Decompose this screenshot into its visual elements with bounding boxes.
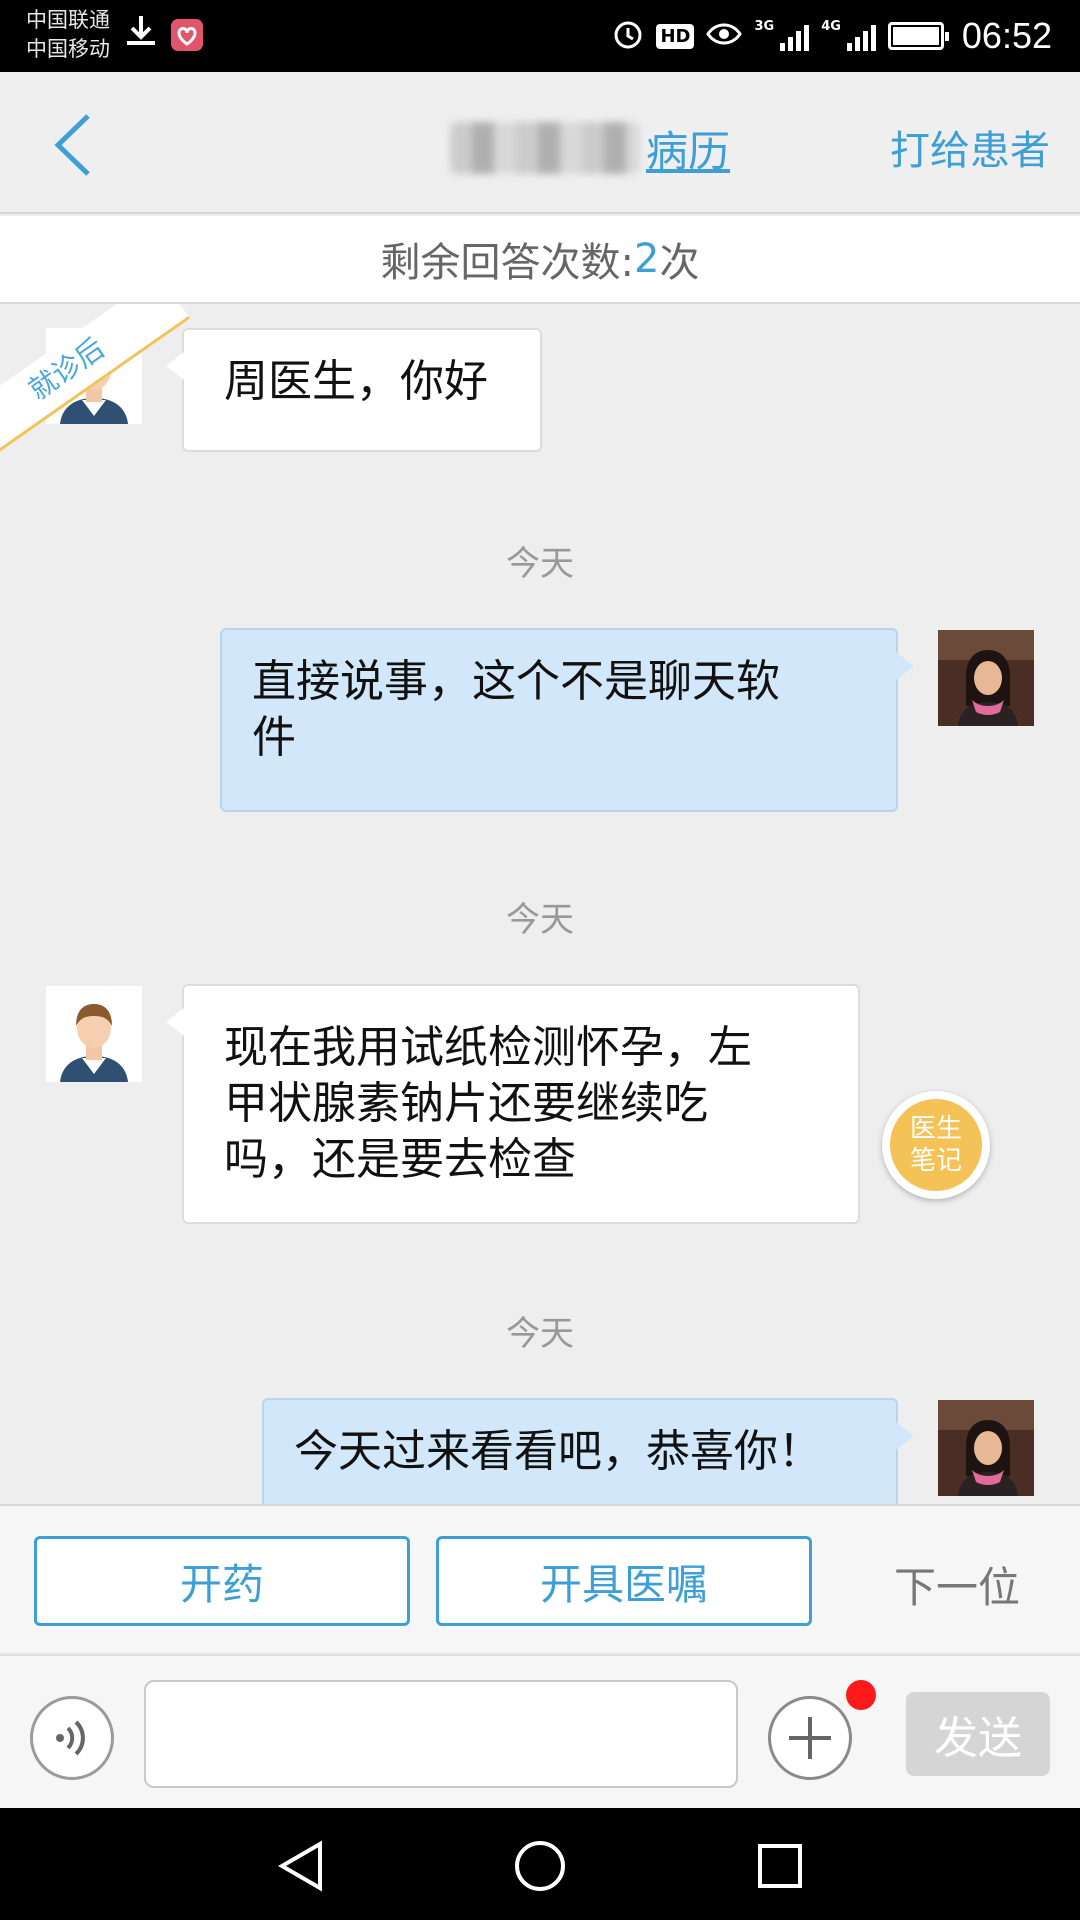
patient-avatar-icon (46, 986, 142, 1082)
doctor-avatar-icon (938, 630, 1034, 726)
carrier-info: 中国联通 中国移动 (26, 6, 110, 64)
remaining-label: 剩余回答次数: (380, 240, 635, 286)
notification-dot (846, 1680, 876, 1710)
status-bar: 中国联通 中国移动 HD 3G 4G 06:52 (0, 0, 1080, 72)
timestamp: 今天 (506, 900, 574, 940)
timestamp: 今天 (506, 1314, 574, 1354)
voice-icon (56, 1720, 85, 1756)
voice-input-button[interactable] (30, 1696, 114, 1780)
action-bar: 开药 开具医嘱 下一位 (0, 1504, 1080, 1652)
message-text: 周医生，你好 (224, 356, 488, 407)
message-text-line: 现在我用试纸检测怀孕，左 (224, 1022, 752, 1073)
clock: 06:52 (961, 15, 1052, 56)
network-3g-label: 3G (754, 18, 775, 34)
square-recents-icon (758, 1844, 802, 1888)
message-bubble-doctor: 直接说事，这个不是聊天软 件 (220, 628, 914, 812)
remaining-count: 2 (634, 236, 660, 282)
doctor-avatar[interactable] (938, 630, 1034, 726)
plus-icon (789, 1717, 831, 1759)
notes-label-2: 笔记 (909, 1146, 962, 1176)
doctor-notes-button[interactable]: 医生 笔记 (882, 1091, 990, 1199)
notes-label-1: 医生 (909, 1114, 962, 1144)
navigation-bar (0, 1808, 1080, 1920)
signal-icon-2 (846, 21, 876, 51)
message-bubble-patient: 现在我用试纸检测怀孕，左 甲状腺素钠片还要继续吃 吗，还是要去检查 (166, 984, 860, 1224)
message-input[interactable] (144, 1680, 738, 1788)
patient-avatar[interactable] (46, 986, 142, 1082)
eye-comfort-icon (706, 20, 743, 52)
page-title: 病历 (450, 118, 730, 178)
doctor-notes-badge: 医生 笔记 (890, 1099, 982, 1191)
doctor-avatar-icon (938, 1400, 1034, 1496)
signal-icon (780, 21, 810, 51)
message-text-line: 直接说事，这个不是聊天软 (252, 656, 780, 707)
remaining-answers-banner: 剩余回答次数: 2 次 (0, 216, 1080, 304)
patient-name-redacted (450, 122, 640, 174)
chat-area[interactable]: 就诊后 周医生，你好 今天 直接说事，这个不是聊天软 件 今天 现在我用试纸检测… (0, 304, 1080, 1504)
triangle-back-icon (278, 1840, 322, 1892)
battery-icon (887, 22, 949, 50)
chevron-left-icon (54, 114, 90, 176)
call-patient-button[interactable]: 打给患者 (890, 118, 1050, 176)
next-patient-button[interactable]: 下一位 (894, 1554, 1020, 1615)
doctor-avatar[interactable] (938, 1400, 1034, 1496)
nav-home-button[interactable] (510, 1836, 570, 1896)
app-notification-icon (170, 18, 204, 56)
remaining-unit: 次 (659, 240, 700, 286)
nav-recents-button[interactable] (750, 1836, 810, 1896)
message-text: 今天过来看看吧，恭喜你！ (294, 1426, 822, 1477)
header: 病历 打给患者 (0, 72, 1080, 214)
message-text-line: 甲状腺素钠片还要继续吃 (224, 1078, 708, 1129)
message-bubble-doctor: 今天过来看看吧，恭喜你！ (262, 1398, 914, 1504)
more-options-button[interactable] (768, 1696, 852, 1780)
alarm-icon (612, 18, 644, 54)
message-text-line: 吗，还是要去检查 (224, 1134, 576, 1185)
back-button[interactable] (50, 112, 100, 178)
download-icon (124, 14, 158, 52)
hd-icon: HD (656, 23, 695, 49)
circle-home-icon (515, 1841, 565, 1891)
nav-back-button[interactable] (272, 1836, 332, 1896)
timestamp: 今天 (506, 544, 574, 584)
carrier-2: 中国移动 (26, 37, 110, 61)
send-button[interactable]: 发送 (906, 1692, 1050, 1776)
message-text-line: 件 (252, 712, 296, 763)
medical-record-link[interactable]: 病历 (646, 118, 730, 179)
prescribe-button[interactable]: 开药 (34, 1536, 410, 1626)
network-4g-label: 4G (821, 18, 841, 34)
message-bubble-patient: 周医生，你好 (166, 328, 542, 452)
input-bar: 发送 (0, 1654, 1080, 1808)
carrier-1: 中国联通 (26, 8, 110, 32)
medical-advice-button[interactable]: 开具医嘱 (436, 1536, 812, 1626)
